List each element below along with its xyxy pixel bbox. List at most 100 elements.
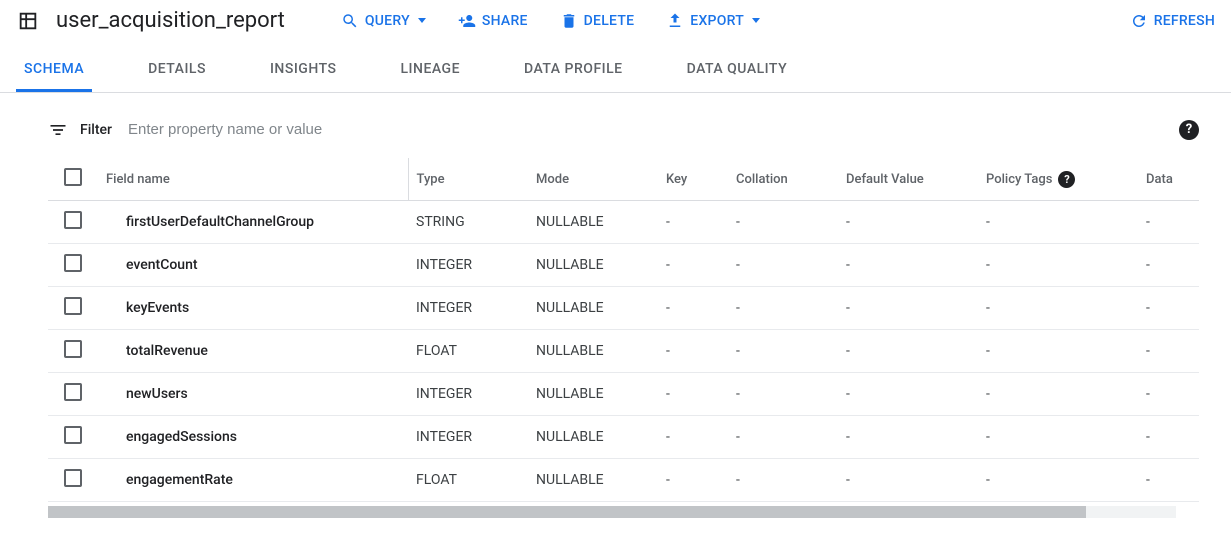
table-title: user_acquisition_report: [56, 8, 285, 33]
tab-schema[interactable]: Schema: [16, 49, 92, 92]
data-cell: -: [1138, 330, 1199, 373]
page-header: user_acquisition_report Query Share Dele…: [0, 0, 1231, 41]
key-cell: -: [658, 244, 728, 287]
table-icon: [16, 9, 40, 33]
tab-data-quality[interactable]: Data Quality: [679, 49, 796, 92]
tab-insights[interactable]: Insights: [262, 49, 345, 92]
field-name-cell: eventCount: [98, 244, 408, 287]
tab-data-profile[interactable]: Data Profile: [516, 49, 631, 92]
key-cell: -: [658, 416, 728, 459]
mode-cell: NULLABLE: [528, 459, 658, 502]
mode-cell: NULLABLE: [528, 287, 658, 330]
row-checkbox[interactable]: [64, 340, 82, 358]
field-name-cell: engagedSessions: [98, 416, 408, 459]
table-row[interactable]: newUsersINTEGERNULLABLE-----: [48, 373, 1199, 416]
col-policy-tags[interactable]: Policy Tags ?: [978, 158, 1138, 201]
help-icon[interactable]: ?: [1179, 120, 1199, 140]
type-cell: INTEGER: [408, 416, 528, 459]
delete-label: Delete: [584, 13, 635, 29]
key-cell: -: [658, 459, 728, 502]
mode-cell: NULLABLE: [528, 201, 658, 244]
collation-cell: -: [728, 244, 838, 287]
type-cell: FLOAT: [408, 330, 528, 373]
table-row[interactable]: engagedSessionsINTEGERNULLABLE-----: [48, 416, 1199, 459]
field-name-cell: keyEvents: [98, 287, 408, 330]
query-button[interactable]: Query: [341, 12, 426, 30]
table-row[interactable]: firstUserDefaultChannelGroupSTRINGNULLAB…: [48, 201, 1199, 244]
share-label: Share: [482, 13, 528, 29]
type-cell: INTEGER: [408, 244, 528, 287]
filter-input[interactable]: [124, 117, 1167, 142]
default-cell: -: [838, 416, 978, 459]
table-row[interactable]: engagementRateFLOATNULLABLE-----: [48, 459, 1199, 502]
refresh-label: Refresh: [1154, 13, 1215, 29]
key-cell: -: [658, 373, 728, 416]
data-cell: -: [1138, 287, 1199, 330]
field-name-cell: totalRevenue: [98, 330, 408, 373]
header-actions: Query Share Delete Export: [341, 12, 760, 30]
default-cell: -: [838, 287, 978, 330]
type-cell: FLOAT: [408, 459, 528, 502]
mode-cell: NULLABLE: [528, 244, 658, 287]
default-cell: -: [838, 330, 978, 373]
default-cell: -: [838, 201, 978, 244]
chevron-down-icon: [418, 18, 426, 23]
policy-cell: -: [978, 459, 1138, 502]
policy-cell: -: [978, 244, 1138, 287]
type-cell: STRING: [408, 201, 528, 244]
field-name-cell: newUsers: [98, 373, 408, 416]
policy-cell: -: [978, 330, 1138, 373]
policy-cell: -: [978, 201, 1138, 244]
col-key[interactable]: Key: [658, 158, 728, 201]
data-cell: -: [1138, 373, 1199, 416]
delete-button[interactable]: Delete: [560, 12, 635, 30]
row-checkbox[interactable]: [64, 426, 82, 444]
col-collation[interactable]: Collation: [728, 158, 838, 201]
mode-cell: NULLABLE: [528, 373, 658, 416]
help-icon[interactable]: ?: [1058, 171, 1075, 188]
row-checkbox[interactable]: [64, 211, 82, 229]
type-cell: INTEGER: [408, 373, 528, 416]
export-label: Export: [690, 13, 744, 29]
col-mode[interactable]: Mode: [528, 158, 658, 201]
person-add-icon: [458, 12, 476, 30]
table-row[interactable]: eventCountINTEGERNULLABLE-----: [48, 244, 1199, 287]
schema-table: Field name Type Mode Key Collation Defau…: [48, 158, 1199, 502]
field-name-cell: engagementRate: [98, 459, 408, 502]
chevron-down-icon: [752, 18, 760, 23]
tab-details[interactable]: Details: [140, 49, 214, 92]
col-type[interactable]: Type: [408, 158, 528, 201]
data-cell: -: [1138, 201, 1199, 244]
row-checkbox[interactable]: [64, 383, 82, 401]
data-cell: -: [1138, 459, 1199, 502]
row-checkbox[interactable]: [64, 469, 82, 487]
type-cell: INTEGER: [408, 287, 528, 330]
table-row[interactable]: totalRevenueFLOATNULLABLE-----: [48, 330, 1199, 373]
share-button[interactable]: Share: [458, 12, 528, 30]
collation-cell: -: [728, 201, 838, 244]
collation-cell: -: [728, 373, 838, 416]
table-row[interactable]: keyEventsINTEGERNULLABLE-----: [48, 287, 1199, 330]
refresh-button[interactable]: Refresh: [1130, 12, 1215, 30]
policy-tags-label: Policy Tags: [986, 172, 1052, 187]
select-all-checkbox[interactable]: [64, 168, 82, 186]
filter-bar: Filter ?: [48, 117, 1199, 142]
tab-lineage[interactable]: Lineage: [392, 49, 468, 92]
schema-table-wrapper: Field name Type Mode Key Collation Defau…: [48, 158, 1199, 518]
data-cell: -: [1138, 416, 1199, 459]
scrollbar-thumb[interactable]: [48, 506, 1086, 518]
horizontal-scrollbar[interactable]: [48, 506, 1176, 518]
row-checkbox[interactable]: [64, 297, 82, 315]
col-field-name[interactable]: Field name: [98, 158, 408, 201]
query-label: Query: [365, 13, 410, 29]
policy-cell: -: [978, 416, 1138, 459]
col-default-value[interactable]: Default Value: [838, 158, 978, 201]
search-icon: [341, 12, 359, 30]
row-checkbox[interactable]: [64, 254, 82, 272]
export-button[interactable]: Export: [666, 12, 760, 30]
collation-cell: -: [728, 330, 838, 373]
tab-bar: Schema Details Insights Lineage Data Pro…: [0, 49, 1231, 93]
col-data[interactable]: Data: [1138, 158, 1199, 201]
trash-icon: [560, 12, 578, 30]
collation-cell: -: [728, 416, 838, 459]
